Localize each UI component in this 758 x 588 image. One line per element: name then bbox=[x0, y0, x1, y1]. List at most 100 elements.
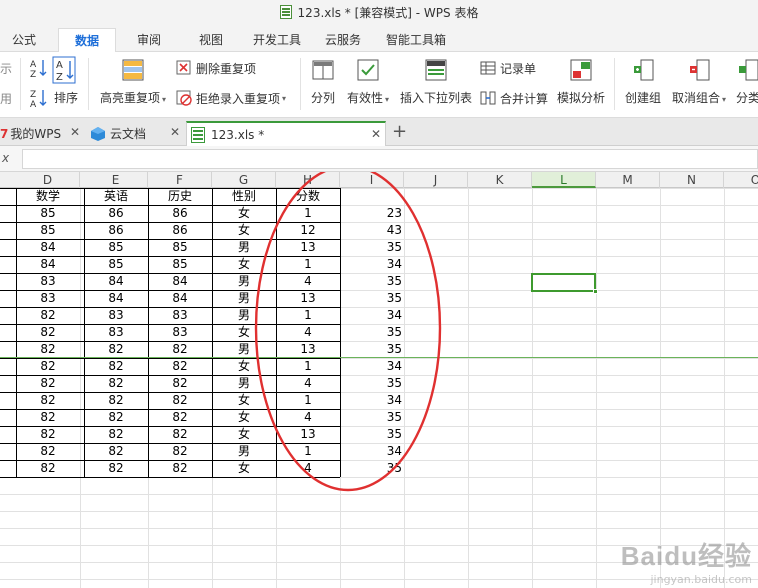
header-cell[interactable]: 性别 bbox=[212, 188, 276, 205]
table-cell[interactable]: 82 bbox=[84, 392, 148, 409]
table-cell[interactable]: 43 bbox=[340, 222, 404, 239]
sort-ascending-button[interactable]: AZ bbox=[30, 58, 48, 81]
table-cell[interactable]: 85 bbox=[148, 256, 212, 273]
table-cell[interactable]: 34 bbox=[340, 392, 404, 409]
sort-label[interactable]: 排序 bbox=[54, 89, 78, 106]
highlight-duplicates-button[interactable]: 高亮重复项 ▾ bbox=[96, 58, 170, 106]
column-header-o[interactable]: O bbox=[724, 172, 758, 188]
table-cell[interactable]: 女 bbox=[212, 256, 276, 273]
table-cell[interactable]: 84 bbox=[148, 273, 212, 290]
split-column-button[interactable]: 分列 bbox=[308, 58, 338, 106]
table-cell[interactable]: 13 bbox=[276, 239, 340, 256]
subtotal-button[interactable]: 分类 bbox=[736, 58, 758, 106]
header-cell[interactable]: 历史 bbox=[148, 188, 212, 205]
table-cell[interactable]: 35 bbox=[340, 290, 404, 307]
table-cell[interactable]: 83 bbox=[148, 307, 212, 324]
table-cell[interactable]: 女 bbox=[212, 324, 276, 341]
table-cell[interactable]: 35 bbox=[340, 409, 404, 426]
table-cell[interactable]: 82 bbox=[84, 443, 148, 460]
table-cell[interactable]: 13 bbox=[276, 426, 340, 443]
table-cell[interactable]: 35 bbox=[340, 341, 404, 358]
table-cell[interactable]: 82 bbox=[84, 460, 148, 477]
table-cell[interactable]: 83 bbox=[16, 290, 80, 307]
table-cell[interactable]: 女 bbox=[212, 392, 276, 409]
active-cell[interactable] bbox=[531, 273, 598, 294]
header-cell[interactable]: 分数 bbox=[276, 188, 340, 205]
column-header-l[interactable]: L bbox=[532, 172, 596, 188]
table-cell[interactable]: 4 bbox=[276, 460, 340, 477]
table-cell[interactable]: 35 bbox=[340, 375, 404, 392]
table-cell[interactable]: 82 bbox=[84, 375, 148, 392]
formula-input[interactable] bbox=[22, 149, 758, 169]
table-cell[interactable]: 84 bbox=[16, 239, 80, 256]
table-cell[interactable]: 83 bbox=[16, 273, 80, 290]
table-cell[interactable]: 女 bbox=[212, 460, 276, 477]
table-cell[interactable]: 82 bbox=[16, 324, 80, 341]
table-cell[interactable]: 女 bbox=[212, 222, 276, 239]
table-cell[interactable]: 82 bbox=[148, 426, 212, 443]
table-cell[interactable]: 85 bbox=[84, 239, 148, 256]
table-cell[interactable]: 34 bbox=[340, 358, 404, 375]
table-cell[interactable]: 35 bbox=[340, 426, 404, 443]
table-cell[interactable]: 35 bbox=[340, 239, 404, 256]
record-form-button[interactable]: 记录单 bbox=[480, 58, 536, 78]
tab-review[interactable]: 审阅 bbox=[126, 28, 172, 52]
column-header-n[interactable]: N bbox=[660, 172, 724, 188]
table-cell[interactable]: 86 bbox=[84, 205, 148, 222]
table-cell[interactable]: 82 bbox=[148, 358, 212, 375]
table-cell[interactable]: 83 bbox=[148, 324, 212, 341]
column-header-h[interactable]: H bbox=[276, 172, 340, 188]
table-cell[interactable]: 82 bbox=[148, 460, 212, 477]
table-cell[interactable]: 女 bbox=[212, 358, 276, 375]
table-cell[interactable]: 86 bbox=[84, 222, 148, 239]
table-cell[interactable]: 1 bbox=[276, 256, 340, 273]
table-cell[interactable]: 35 bbox=[340, 324, 404, 341]
header-cell[interactable]: 英语 bbox=[84, 188, 148, 205]
table-cell[interactable]: 82 bbox=[16, 341, 80, 358]
create-group-button[interactable]: 创建组 bbox=[622, 58, 664, 106]
table-cell[interactable]: 4 bbox=[276, 375, 340, 392]
ungroup-button[interactable]: 取消组合 ▾ bbox=[670, 58, 728, 106]
table-cell[interactable]: 86 bbox=[148, 205, 212, 222]
column-header-d[interactable]: D bbox=[16, 172, 80, 188]
table-cell[interactable]: 34 bbox=[340, 256, 404, 273]
table-cell[interactable]: 82 bbox=[16, 392, 80, 409]
table-cell[interactable]: 82 bbox=[16, 358, 80, 375]
table-cell[interactable]: 35 bbox=[340, 460, 404, 477]
table-cell[interactable]: 82 bbox=[84, 409, 148, 426]
table-cell[interactable]: 男 bbox=[212, 443, 276, 460]
tab-cloud-service[interactable]: 云服务 bbox=[318, 28, 368, 52]
table-cell[interactable]: 85 bbox=[16, 222, 80, 239]
tab-data[interactable]: 数据 bbox=[58, 28, 116, 53]
table-cell[interactable]: 82 bbox=[16, 443, 80, 460]
tab-formula[interactable]: 公式 bbox=[0, 28, 48, 52]
table-cell[interactable]: 13 bbox=[276, 341, 340, 358]
table-cell[interactable]: 82 bbox=[16, 460, 80, 477]
table-cell[interactable]: 84 bbox=[16, 256, 80, 273]
doc-tab-123-xls[interactable]: 123.xls * ✕ bbox=[186, 121, 386, 146]
table-cell[interactable]: 35 bbox=[340, 273, 404, 290]
table-cell[interactable]: 1 bbox=[276, 307, 340, 324]
table-cell[interactable]: 85 bbox=[16, 205, 80, 222]
table-cell[interactable]: 13 bbox=[276, 290, 340, 307]
column-header-m[interactable]: M bbox=[596, 172, 660, 188]
tab-developer[interactable]: 开发工具 bbox=[246, 28, 308, 52]
tab-smart-toolbox[interactable]: 智能工具箱 bbox=[380, 28, 452, 52]
table-cell[interactable]: 女 bbox=[212, 426, 276, 443]
table-cell[interactable]: 83 bbox=[84, 324, 148, 341]
table-cell[interactable]: 34 bbox=[340, 443, 404, 460]
sort-button[interactable]: AZ bbox=[52, 56, 76, 87]
table-cell[interactable]: 82 bbox=[148, 375, 212, 392]
table-cell[interactable]: 82 bbox=[84, 341, 148, 358]
table-cell[interactable]: 4 bbox=[276, 409, 340, 426]
column-header-k[interactable]: K bbox=[468, 172, 532, 188]
close-icon[interactable]: ✕ bbox=[70, 125, 80, 139]
tab-view[interactable]: 视图 bbox=[188, 28, 234, 52]
table-cell[interactable]: 85 bbox=[84, 256, 148, 273]
consolidate-button[interactable]: 合并计算 bbox=[480, 88, 548, 108]
column-header-j[interactable]: J bbox=[404, 172, 468, 188]
table-cell[interactable]: 男 bbox=[212, 290, 276, 307]
close-icon[interactable]: ✕ bbox=[170, 125, 180, 139]
doc-tab-my-wps[interactable]: 7 我的WPS ✕ bbox=[0, 121, 84, 146]
table-cell[interactable]: 4 bbox=[276, 273, 340, 290]
